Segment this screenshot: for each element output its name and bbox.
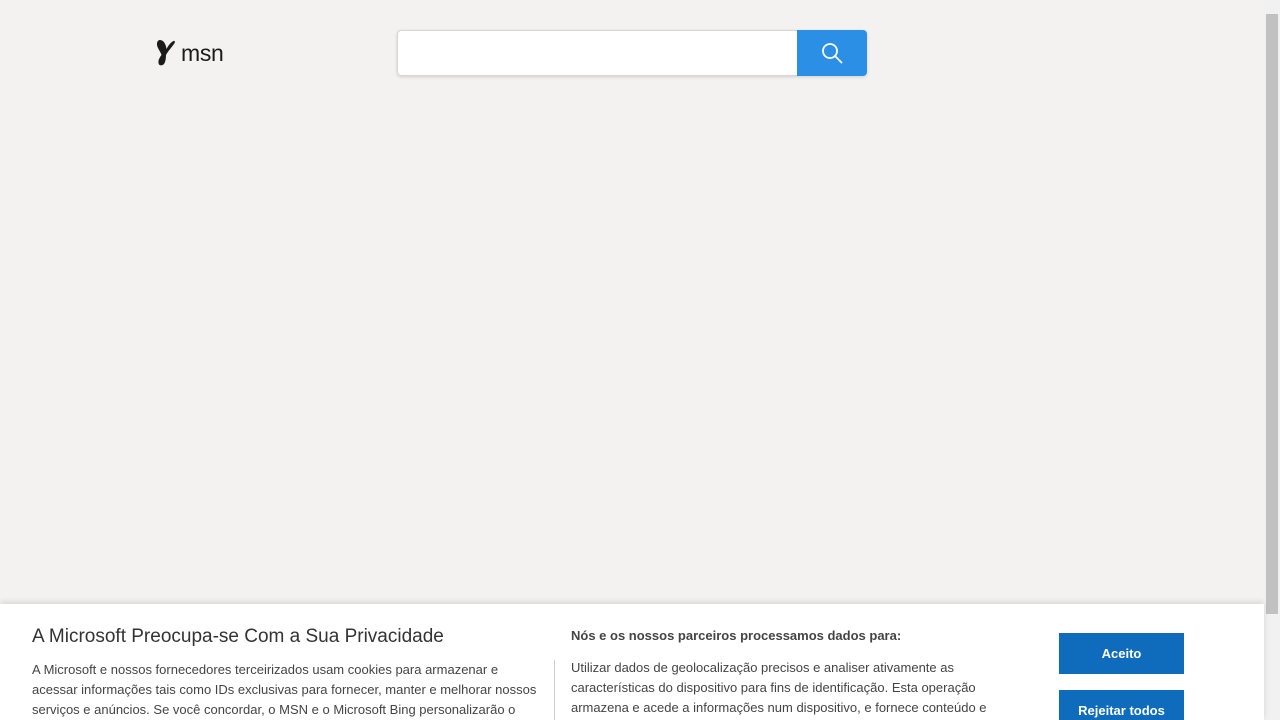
page: msn A Microsoft Preocupa-se Com a Sua Pr…: [0, 0, 1280, 720]
search-input[interactable]: [397, 30, 797, 76]
search-button[interactable]: [797, 30, 867, 76]
reject-all-button[interactable]: Rejeitar todos: [1059, 690, 1184, 720]
consent-title: A Microsoft Preocupa-se Com a Sua Privac…: [32, 626, 444, 647]
msn-butterfly-icon: [155, 38, 179, 68]
purposes-body-text: Utilizar dados de geolocalização preciso…: [571, 660, 987, 715]
consent-body-text: A Microsoft e nossos fornecedores tercei…: [32, 662, 537, 717]
purposes-title: Nós e os nossos parceiros processamos da…: [571, 628, 902, 643]
consent-divider: [554, 660, 555, 720]
logo-text: msn: [181, 39, 224, 66]
search-icon: [821, 42, 843, 64]
msn-logo[interactable]: msn: [155, 37, 224, 69]
accept-button[interactable]: Aceito: [1059, 633, 1184, 674]
search-box: [397, 30, 867, 76]
vertical-scrollbar[interactable]: [1264, 0, 1280, 720]
cookie-consent-banner: A Microsoft Preocupa-se Com a Sua Privac…: [0, 604, 1264, 720]
scrollbar-thumb[interactable]: [1266, 14, 1278, 614]
